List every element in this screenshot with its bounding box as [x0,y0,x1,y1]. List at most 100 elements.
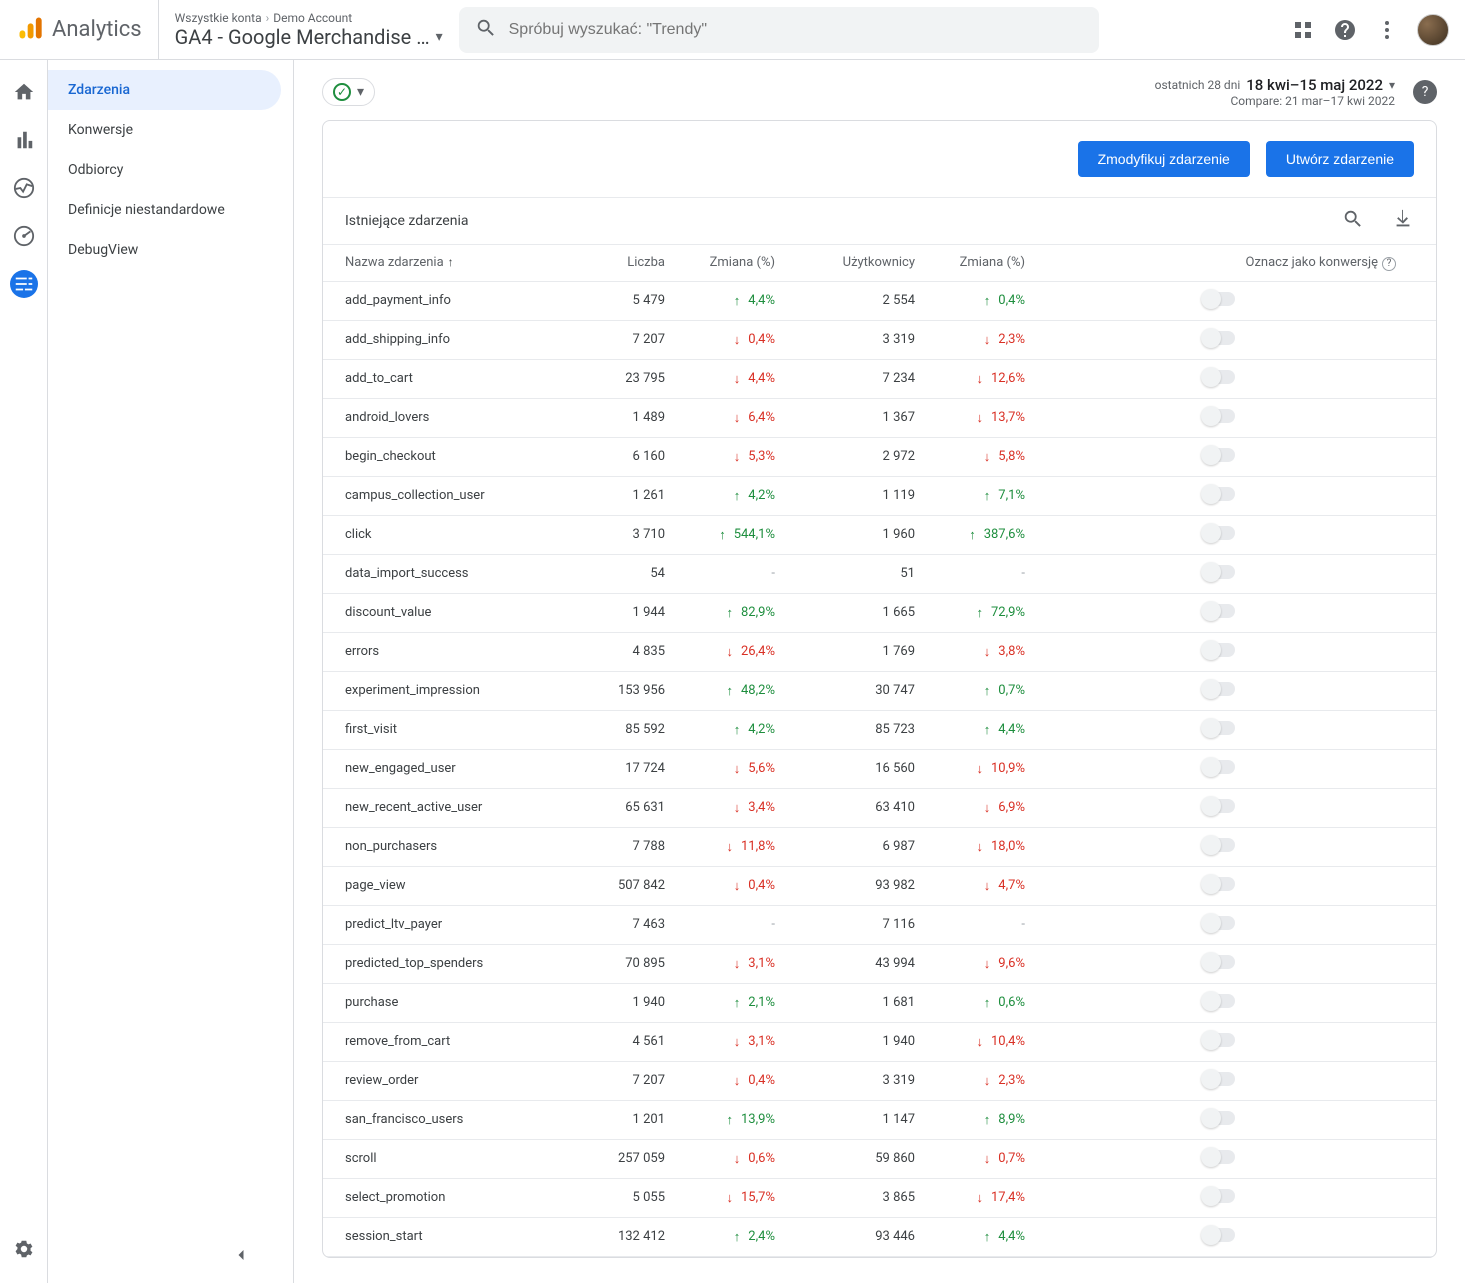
arrow-down-icon: ↓ [984,878,991,894]
event-count: 7 463 [583,905,673,944]
conversion-toggle[interactable] [1203,643,1235,657]
event-name[interactable]: select_promotion [323,1178,583,1217]
arrow-down-icon: ↓ [734,1034,741,1050]
table-search-icon[interactable] [1342,208,1364,234]
create-event-button[interactable]: Utwórz zdarzenie [1266,141,1414,177]
conversion-toggle-cell [1033,359,1436,398]
download-icon[interactable] [1392,208,1414,234]
rail-admin[interactable] [10,1235,38,1263]
event-name[interactable]: experiment_impression [323,671,583,710]
sidebar-item-odbiorcy[interactable]: Odbiorcy [48,150,281,190]
event-name[interactable]: non_purchasers [323,827,583,866]
rail-explore[interactable] [10,174,38,202]
event-name[interactable]: add_to_cart [323,359,583,398]
event-name[interactable]: purchase [323,983,583,1022]
conversion-toggle[interactable] [1203,1150,1235,1164]
event-name[interactable]: android_lovers [323,398,583,437]
status-chip[interactable]: ✓ ▾ [322,78,375,106]
conversion-toggle[interactable] [1203,838,1235,852]
logo-block[interactable]: Analytics [16,0,159,59]
event-name[interactable]: begin_checkout [323,437,583,476]
event-users-change: ↓2,3% [923,320,1033,359]
conversion-toggle[interactable] [1203,565,1235,579]
conversion-toggle[interactable] [1203,916,1235,930]
conversion-toggle[interactable] [1203,994,1235,1008]
col-uchange-header[interactable]: Zmiana (%) [923,245,1033,281]
conversion-toggle[interactable] [1203,370,1235,384]
conversion-toggle[interactable] [1203,604,1235,618]
event-name[interactable]: first_visit [323,710,583,749]
event-name[interactable]: add_payment_info [323,281,583,320]
sidebar-item-debugview[interactable]: DebugView [48,230,281,270]
apps-icon[interactable] [1291,18,1315,42]
event-name[interactable]: page_view [323,866,583,905]
date-range[interactable]: ostatnich 28 dni 18 kwi–15 maj 2022 ▾ Co… [1155,76,1437,108]
search-box[interactable] [459,7,1099,53]
help-icon[interactable] [1333,18,1357,42]
event-name[interactable]: new_recent_active_user [323,788,583,827]
event-name[interactable]: predicted_top_spenders [323,944,583,983]
col-name-header[interactable]: Nazwa zdarzenia↑ [323,245,583,281]
caret-down-icon[interactable]: ▾ [436,29,443,45]
modify-event-button[interactable]: Zmodyfikuj zdarzenie [1078,141,1250,177]
table-row: experiment_impression153 956↑48,2%30 747… [323,671,1436,710]
conversion-toggle[interactable] [1203,721,1235,735]
event-name[interactable]: review_order [323,1061,583,1100]
conversion-toggle[interactable] [1203,955,1235,969]
event-count: 1 489 [583,398,673,437]
table-row: data_import_success54-51- [323,554,1436,593]
arrow-up-icon: ↑ [984,1229,991,1245]
conversion-toggle[interactable] [1203,799,1235,813]
conversion-toggle[interactable] [1203,526,1235,540]
table-row: discount_value1 944↑82,9%1 665↑72,9% [323,593,1436,632]
conversion-toggle[interactable] [1203,682,1235,696]
conversion-toggle[interactable] [1203,877,1235,891]
rail-reports[interactable] [10,126,38,154]
conversion-toggle[interactable] [1203,409,1235,423]
sidebar-collapse[interactable] [91,1245,251,1269]
event-name[interactable]: scroll [323,1139,583,1178]
event-name[interactable]: predict_ltv_payer [323,905,583,944]
search-input[interactable] [509,21,1083,39]
event-name[interactable]: remove_from_cart [323,1022,583,1061]
conversion-toggle-cell [1033,1217,1436,1256]
conversion-toggle[interactable] [1203,1033,1235,1047]
event-name[interactable]: add_shipping_info [323,320,583,359]
event-count: 153 956 [583,671,673,710]
rail-advertising[interactable] [10,222,38,250]
conversion-toggle[interactable] [1203,760,1235,774]
col-change-header[interactable]: Zmiana (%) [673,245,783,281]
rail-home[interactable] [10,78,38,106]
conversion-toggle[interactable] [1203,448,1235,462]
conversion-toggle[interactable] [1203,1189,1235,1203]
help-icon[interactable]: ? [1382,257,1396,271]
conversion-toggle[interactable] [1203,1072,1235,1086]
more-vert-icon[interactable] [1375,18,1399,42]
sidebar-item-definicje-niestandardowe[interactable]: Definicje niestandardowe [48,190,281,230]
event-name[interactable]: errors [323,632,583,671]
event-change: ↓3,1% [673,944,783,983]
user-avatar[interactable] [1417,14,1449,46]
sidebar-item-zdarzenia[interactable]: Zdarzenia [48,70,281,110]
event-name[interactable]: data_import_success [323,554,583,593]
col-count-header[interactable]: Liczba [583,245,673,281]
conversion-toggle[interactable] [1203,331,1235,345]
conversion-toggle[interactable] [1203,292,1235,306]
event-name[interactable]: campus_collection_user [323,476,583,515]
account-selector[interactable]: Wszystkie konta › Demo Account GA4 - Goo… [175,11,443,49]
event-name[interactable]: click [323,515,583,554]
event-name[interactable]: san_francisco_users [323,1100,583,1139]
col-users-header[interactable]: Użytkownicy [783,245,923,281]
rail-configure[interactable] [10,270,38,298]
conversion-toggle[interactable] [1203,1111,1235,1125]
event-name[interactable]: new_engaged_user [323,749,583,788]
event-name[interactable]: session_start [323,1217,583,1256]
breadcrumb-account[interactable]: Demo Account [273,11,352,25]
sidebar-item-konwersje[interactable]: Konwersje [48,110,281,150]
conversion-toggle[interactable] [1203,1228,1235,1242]
event-users: 63 410 [783,788,923,827]
help-icon[interactable]: ? [1413,80,1437,104]
event-name[interactable]: discount_value [323,593,583,632]
breadcrumb-all[interactable]: Wszystkie konta [175,11,262,25]
conversion-toggle[interactable] [1203,487,1235,501]
